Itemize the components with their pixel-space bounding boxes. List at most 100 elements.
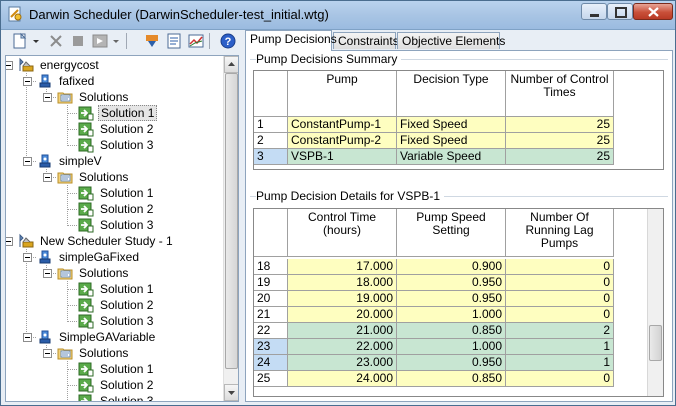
control-time-cell[interactable]: 24.000 (288, 371, 397, 387)
row-header-cell[interactable]: 25 (254, 371, 288, 387)
pump-speed-cell[interactable]: 0.950 (397, 275, 506, 291)
pump-speed-cell[interactable]: 1.000 (397, 307, 506, 323)
pump-speed-cell[interactable]: 0.950 (397, 291, 506, 307)
pump-speed-cell[interactable]: 0.900 (397, 259, 506, 275)
tree-collapse-toggle[interactable] (23, 333, 32, 342)
row-header-cell[interactable]: 22 (254, 323, 288, 339)
details-scrollbar[interactable] (647, 209, 663, 396)
row-header-cell[interactable]: 23 (254, 339, 288, 355)
row-header-cell[interactable]: 20 (254, 291, 288, 307)
tree-item-label: Solution 3 (100, 314, 154, 328)
lag-pumps-cell[interactable]: 1 (506, 355, 614, 371)
pump-name-cell[interactable]: ConstantPump-2 (288, 133, 397, 149)
tab-constraints[interactable]: Constraints (333, 32, 399, 49)
tree-collapse-toggle[interactable] (6, 61, 13, 70)
report-button[interactable] (165, 32, 183, 50)
new-dropdown-button[interactable] (31, 32, 41, 50)
tree-collapse-toggle[interactable] (23, 253, 32, 262)
control-time-cell[interactable]: 20.000 (288, 307, 397, 323)
graph-icon (188, 34, 204, 48)
row-header-cell[interactable]: 21 (254, 307, 288, 323)
tree-collapse-toggle[interactable] (43, 93, 52, 102)
row-header-cell[interactable]: 18 (254, 259, 288, 275)
tree-item-label: Solution 2 (100, 298, 154, 312)
control-times-cell[interactable]: 25 (506, 133, 614, 149)
control-time-cell[interactable]: 23.000 (288, 355, 397, 371)
chevron-up-icon (228, 62, 235, 66)
control-time-cell[interactable]: 18.000 (288, 275, 397, 291)
control-times-cell[interactable]: 25 (506, 149, 614, 165)
minimize-button[interactable] (581, 3, 607, 20)
maximize-button[interactable] (607, 3, 633, 20)
lag-pumps-cell[interactable]: 0 (506, 307, 614, 323)
new-button[interactable] (11, 32, 29, 50)
tree-item-label: Solution 1 (100, 362, 154, 376)
stop-icon (73, 36, 83, 46)
run-icon (92, 34, 108, 48)
tree-scrollbar[interactable] (223, 56, 238, 401)
scroll-up-button[interactable] (224, 56, 238, 73)
row-header-cell[interactable]: 19 (254, 275, 288, 291)
delete-button[interactable] (47, 32, 65, 50)
pump-speed-column-header[interactable]: Pump Speed Setting (397, 209, 506, 257)
pump-speed-cell[interactable]: 0.850 (397, 371, 506, 387)
lag-pumps-cell[interactable]: 0 (506, 371, 614, 387)
scroll-down-button[interactable] (224, 384, 238, 401)
lag-pumps-cell[interactable]: 0 (506, 291, 614, 307)
lag-pumps-cell[interactable]: 2 (506, 323, 614, 339)
tree-collapse-toggle[interactable] (43, 173, 52, 182)
lag-pumps-cell[interactable]: 0 (506, 275, 614, 291)
pump-speed-cell[interactable]: 0.850 (397, 323, 506, 339)
scroll-thumb[interactable] (225, 73, 238, 369)
tree-item-label: Solution 2 (100, 378, 154, 392)
folder-icon (57, 265, 73, 281)
decision-type-cell[interactable]: Fixed Speed (397, 133, 506, 149)
solution-icon (78, 393, 94, 401)
control-times-cell[interactable]: 25 (506, 117, 614, 133)
close-button[interactable] (633, 3, 673, 20)
row-header-cell[interactable]: 24 (254, 355, 288, 371)
control-time-column-header[interactable]: Control Time (hours) (288, 209, 397, 257)
title-bar[interactable]: Darwin Scheduler (DarwinScheduler-test_i… (1, 1, 675, 30)
control-time-cell[interactable]: 22.000 (288, 339, 397, 355)
decision-type-cell[interactable]: Fixed Speed (397, 117, 506, 133)
tree-item-label: Solution 3 (100, 218, 154, 232)
solution-icon (78, 121, 94, 137)
row-header-cell[interactable]: 1 (254, 117, 288, 133)
control-times-column-header[interactable]: Number of Control Times (506, 71, 614, 117)
toolbar-separator (209, 33, 210, 49)
pump-column-header[interactable]: Pump (288, 71, 397, 117)
tab-objective-elements[interactable]: Objective Elements (397, 32, 505, 49)
run-button[interactable] (91, 32, 109, 50)
tree-guide-line (67, 225, 77, 226)
solution-icon (78, 377, 94, 393)
export-button[interactable] (143, 32, 161, 50)
tree-guide-line (67, 185, 68, 226)
decision-type-cell[interactable]: Variable Speed (397, 149, 506, 165)
pump-name-cell[interactable]: ConstantPump-1 (288, 117, 397, 133)
help-button[interactable]: ? (219, 32, 237, 50)
pump-optimization-icon (37, 329, 53, 345)
graph-button[interactable] (187, 32, 205, 50)
tree-collapse-toggle[interactable] (23, 77, 32, 86)
control-time-cell[interactable]: 19.000 (288, 291, 397, 307)
row-header-cell[interactable]: 3 (254, 149, 288, 165)
control-time-cell[interactable]: 21.000 (288, 323, 397, 339)
stop-button[interactable] (69, 32, 87, 50)
row-header-cell[interactable]: 2 (254, 133, 288, 149)
lag-pumps-cell[interactable]: 0 (506, 259, 614, 275)
control-time-cell[interactable]: 17.000 (288, 259, 397, 275)
pump-name-cell[interactable]: VSPB-1 (288, 149, 397, 165)
decision-type-column-header[interactable]: Decision Type (397, 71, 506, 117)
scroll-thumb[interactable] (649, 325, 662, 361)
pump-speed-cell[interactable]: 1.000 (397, 339, 506, 355)
tab-pump-decisions[interactable]: Pump Decisions (245, 30, 337, 51)
lag-pumps-column-header[interactable]: Number Of Running Lag Pumps (506, 209, 614, 257)
run-dropdown-button[interactable] (111, 32, 121, 50)
tree-collapse-toggle[interactable] (43, 349, 52, 358)
tree-collapse-toggle[interactable] (43, 269, 52, 278)
tree-collapse-toggle[interactable] (6, 237, 13, 246)
lag-pumps-cell[interactable]: 1 (506, 339, 614, 355)
tree-collapse-toggle[interactable] (23, 157, 32, 166)
pump-speed-cell[interactable]: 0.950 (397, 355, 506, 371)
